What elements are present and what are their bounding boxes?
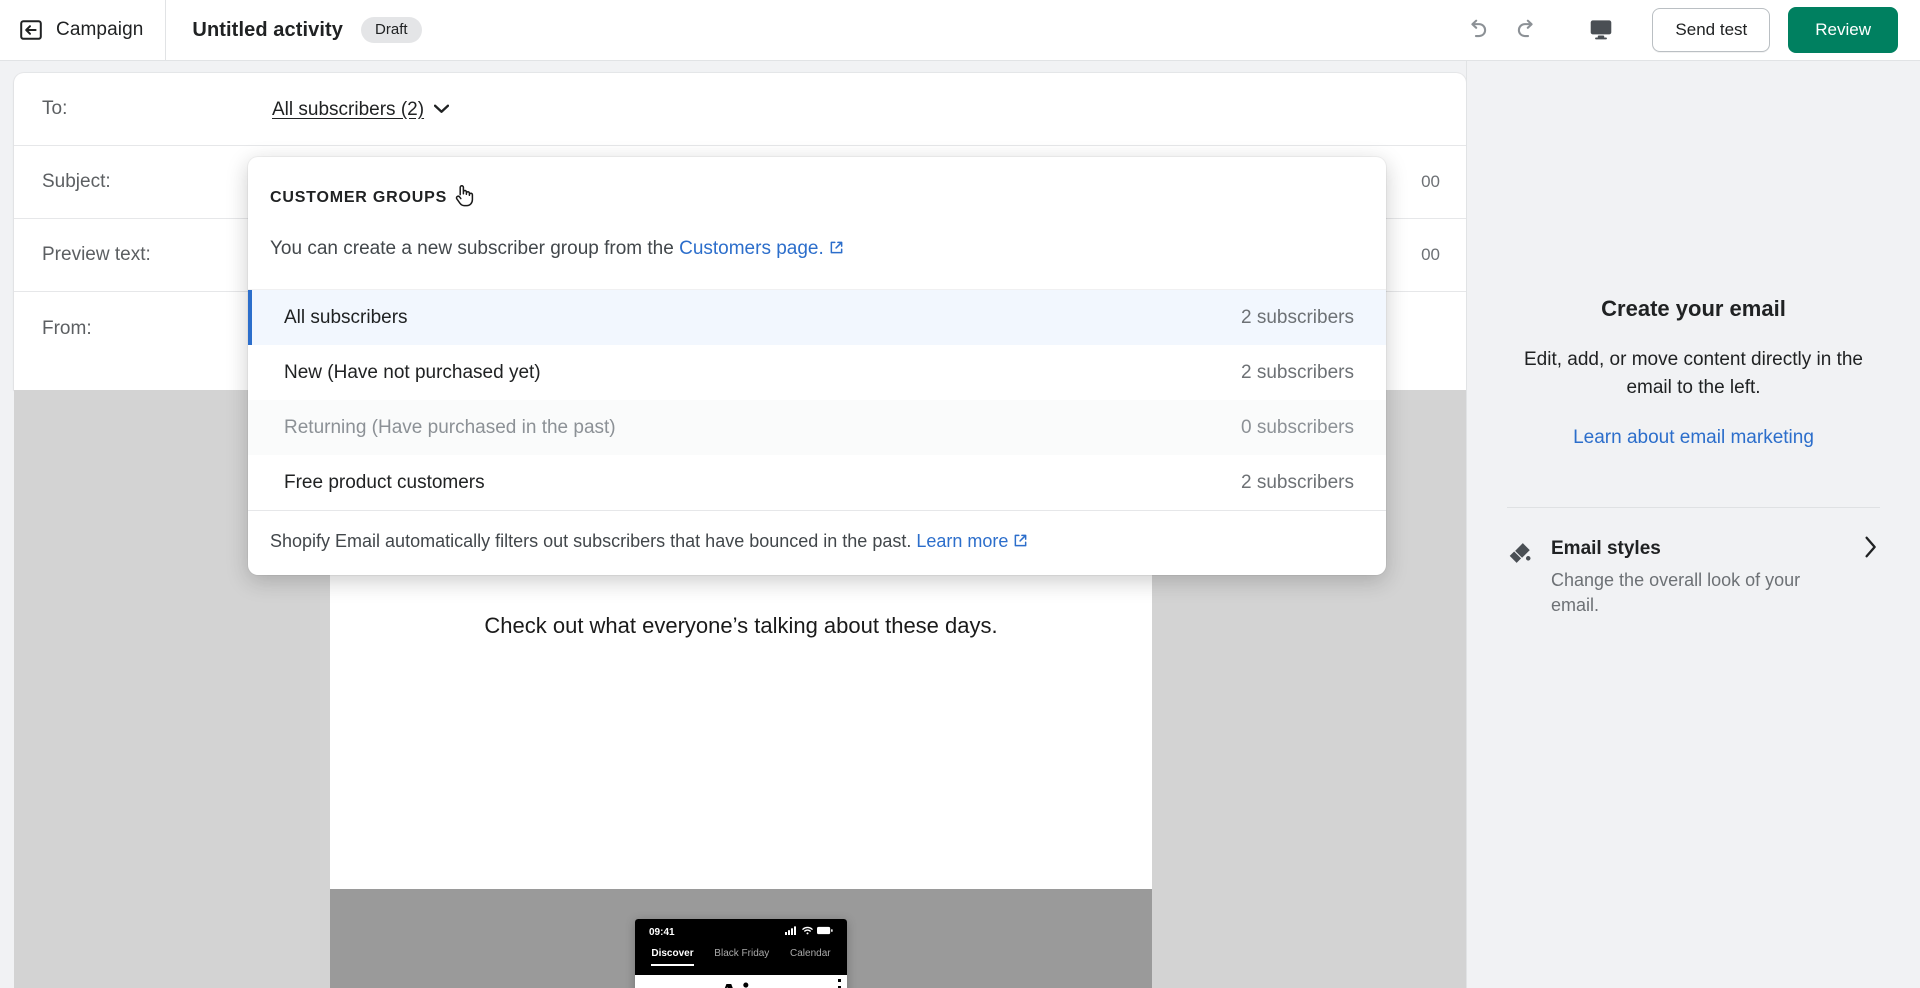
phone-ruler-ticks bbox=[838, 979, 841, 988]
email-image-block[interactable]: 09:41 Discover Black Friday Calendar bbox=[330, 889, 1152, 988]
email-subheading[interactable]: Check out what everyone’s talking about … bbox=[382, 611, 1100, 642]
to-label: To: bbox=[42, 98, 68, 119]
customer-groups-popover: CUSTOMER GROUPS You can create a new sub… bbox=[248, 157, 1386, 575]
popover-description-prefix: You can create a new subscriber group fr… bbox=[270, 238, 680, 259]
customer-groups-list: All subscribers 2 subscribers New (Have … bbox=[248, 289, 1386, 510]
phone-content: Air NUMBER bbox=[635, 975, 847, 988]
page-title[interactable]: Untitled activity bbox=[192, 19, 343, 42]
popover-footer-text: Shopify Email automatically filters out … bbox=[270, 531, 917, 551]
sidebar-description: Edit, add, or move content directly in t… bbox=[1523, 349, 1863, 398]
group-label: New (Have not purchased yet) bbox=[284, 361, 541, 383]
list-item: Returning (Have purchased in the past) 0… bbox=[248, 400, 1386, 455]
undo-button[interactable] bbox=[1456, 9, 1498, 51]
group-label: Free product customers bbox=[284, 471, 485, 493]
main-area: To: All subscribers (2) Subject: 00 Prev… bbox=[0, 61, 1920, 988]
phone-tab-discover: Discover bbox=[651, 948, 694, 966]
learn-about-email-marketing-link[interactable]: Learn about email marketing bbox=[1507, 427, 1880, 449]
phone-status-icons bbox=[785, 926, 833, 938]
right-sidebar: Create your email Edit, add, or move con… bbox=[1466, 61, 1920, 988]
external-link-icon bbox=[1013, 532, 1028, 553]
group-label: All subscribers bbox=[284, 306, 408, 328]
phone-tab-calendar: Calendar bbox=[790, 948, 831, 959]
review-button[interactable]: Review bbox=[1788, 7, 1898, 53]
subject-label: Subject: bbox=[42, 171, 111, 192]
phone-time: 09:41 bbox=[649, 926, 675, 938]
arrow-left-in-box-icon bbox=[18, 17, 44, 43]
group-label: Returning (Have purchased in the past) bbox=[284, 416, 616, 438]
group-count: 2 subscribers bbox=[1241, 471, 1354, 493]
customers-page-link[interactable]: Customers page. bbox=[679, 238, 824, 259]
pointing-hand-cursor bbox=[453, 183, 475, 212]
email-editor-app: Campaign Untitled activity Draft Send te… bbox=[0, 0, 1920, 988]
desktop-preview-icon bbox=[1588, 16, 1614, 45]
preview-text-counter: 00 bbox=[1421, 245, 1440, 264]
desktop-preview-button[interactable] bbox=[1580, 9, 1622, 51]
top-bar-actions: Send test Review bbox=[1456, 7, 1920, 53]
sidebar-title: Create your email bbox=[1601, 296, 1786, 321]
phone-tab-bar: Discover Black Friday Calendar bbox=[635, 942, 847, 975]
redo-icon bbox=[1514, 16, 1540, 45]
battery-icon bbox=[817, 926, 833, 938]
wifi-icon bbox=[802, 926, 813, 938]
group-count: 0 subscribers bbox=[1241, 416, 1354, 438]
title-group: Untitled activity Draft bbox=[166, 17, 422, 43]
list-item[interactable]: New (Have not purchased yet) 2 subscribe… bbox=[248, 345, 1386, 400]
send-test-button[interactable]: Send test bbox=[1652, 8, 1771, 52]
recipients-select[interactable]: All subscribers (2) bbox=[272, 97, 450, 121]
paint-brush-icon bbox=[1507, 540, 1533, 571]
preview-text-label: Preview text: bbox=[42, 244, 151, 265]
learn-more-link[interactable]: Learn more bbox=[916, 531, 1008, 551]
popover-footer: Shopify Email automatically filters out … bbox=[248, 510, 1386, 575]
chevron-right-icon bbox=[1864, 536, 1878, 563]
group-count: 2 subscribers bbox=[1241, 306, 1354, 328]
chevron-down-icon bbox=[433, 97, 450, 119]
list-item[interactable]: Free product customers 2 subscribers bbox=[248, 455, 1386, 510]
sidebar-item-email-styles-text: Email styles Change the overall look of … bbox=[1551, 538, 1851, 618]
phone-tab-black-friday: Black Friday bbox=[714, 948, 770, 959]
field-row-to: To: All subscribers (2) bbox=[14, 73, 1466, 146]
from-label: From: bbox=[42, 317, 92, 339]
popover-header: CUSTOMER GROUPS bbox=[248, 157, 1386, 212]
cellular-signal-icon bbox=[785, 926, 798, 938]
list-item[interactable]: All subscribers 2 subscribers bbox=[248, 290, 1386, 345]
phone-mockup-image: 09:41 Discover Black Friday Calendar bbox=[635, 919, 847, 988]
top-bar: Campaign Untitled activity Draft Send te… bbox=[0, 0, 1920, 61]
popover-header-label: CUSTOMER GROUPS bbox=[270, 188, 448, 206]
undo-icon bbox=[1464, 16, 1490, 45]
phone-brand-line-1: Air bbox=[635, 979, 847, 988]
back-label: Campaign bbox=[56, 19, 144, 40]
sidebar-item-email-styles[interactable]: Email styles Change the overall look of … bbox=[1507, 508, 1880, 618]
redo-button[interactable] bbox=[1506, 9, 1548, 51]
external-link-icon bbox=[829, 239, 844, 261]
subject-counter: 00 bbox=[1421, 172, 1440, 191]
group-count: 2 subscribers bbox=[1241, 361, 1354, 383]
recipients-value: All subscribers (2) bbox=[272, 99, 425, 120]
status-badge: Draft bbox=[361, 17, 422, 43]
popover-description: You can create a new subscriber group fr… bbox=[248, 212, 1386, 289]
email-styles-title: Email styles bbox=[1551, 538, 1661, 560]
email-styles-description: Change the overall look of your email. bbox=[1551, 570, 1801, 616]
phone-status-bar: 09:41 bbox=[635, 919, 847, 942]
back-to-campaign[interactable]: Campaign bbox=[0, 0, 167, 61]
